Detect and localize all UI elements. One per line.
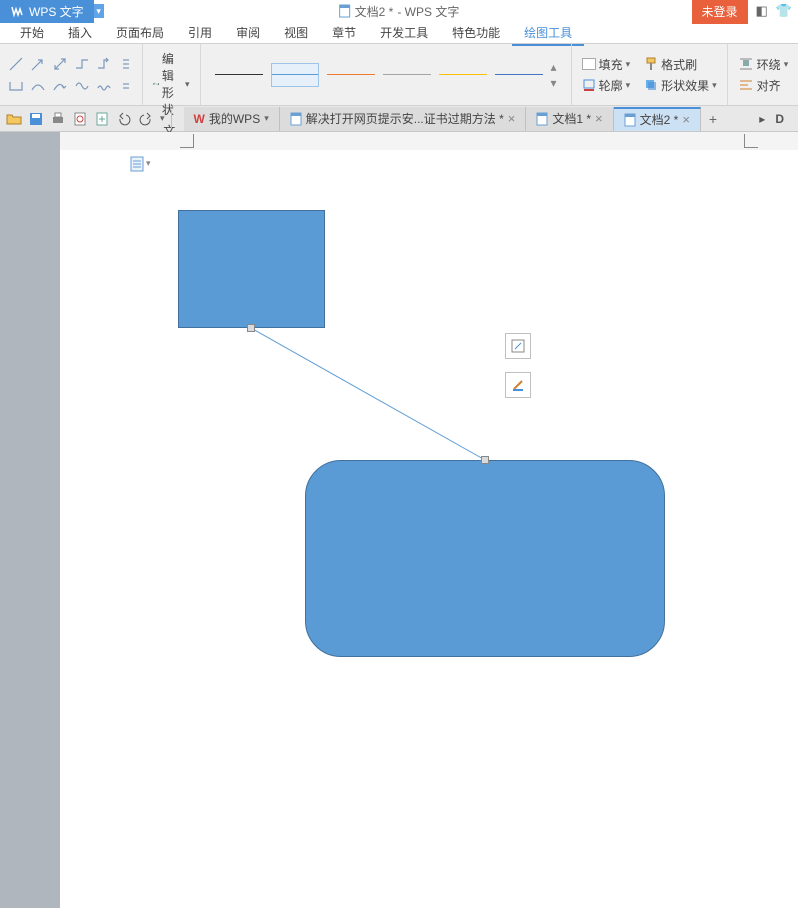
- edit-shape-icon: [153, 77, 159, 91]
- tab-close-icon[interactable]: ×: [682, 112, 690, 127]
- shape-effect-icon: [644, 78, 658, 92]
- ribbon-group-edit: 编辑形状▾ A 文本框▾: [143, 44, 201, 105]
- wrap-icon: [738, 56, 754, 72]
- line-style-yellow[interactable]: [439, 63, 487, 87]
- print-icon[interactable]: [50, 111, 66, 127]
- skin-icon[interactable]: ◧: [756, 3, 768, 19]
- pencil-square-icon: [510, 338, 526, 354]
- app-menu-dropdown[interactable]: ▾: [94, 4, 104, 18]
- shape-arrow[interactable]: [28, 54, 48, 74]
- menu-insert[interactable]: 插入: [56, 21, 104, 44]
- line-style-blue[interactable]: [271, 63, 319, 87]
- document-icon: [624, 113, 636, 127]
- ribbon-group-arrange: 环绕▾ 对齐: [728, 44, 798, 105]
- drawing-canvas: [60, 150, 798, 908]
- tab-close-icon[interactable]: ×: [595, 111, 603, 126]
- wps-w-icon: W: [194, 112, 205, 126]
- format-painter-button[interactable]: 格式刷: [644, 56, 697, 73]
- redo-icon[interactable]: [138, 111, 154, 127]
- align-icon: [738, 77, 754, 93]
- menu-start[interactable]: 开始: [8, 21, 56, 44]
- ruler: [60, 132, 798, 150]
- title-bar: WPS 文字 ▾ 文档2 * - WPS 文字 未登录 ◧ 👕: [0, 0, 798, 22]
- menu-draw-tools[interactable]: 绘图工具: [512, 21, 584, 46]
- pencil-color-icon: [510, 377, 526, 393]
- ribbon-group-shapes: [0, 44, 143, 105]
- menu-view[interactable]: 视图: [272, 21, 320, 44]
- rectangle-shape[interactable]: [178, 210, 325, 328]
- quickbar-more[interactable]: ▾: [160, 113, 165, 124]
- wps-logo-icon: [10, 4, 24, 18]
- line-gallery-up[interactable]: ▴: [551, 60, 557, 74]
- floating-format-button[interactable]: [505, 372, 531, 398]
- menu-page-layout[interactable]: 页面布局: [104, 21, 176, 44]
- document-icon: [339, 4, 351, 18]
- tab-d-icon[interactable]: D: [775, 112, 784, 126]
- outline-icon: [582, 78, 596, 92]
- shape-line[interactable]: [6, 54, 26, 74]
- wrap-button[interactable]: 环绕▾: [738, 56, 789, 73]
- line-style-black[interactable]: [215, 63, 263, 87]
- ribbon-group-lines: ▴ ▾: [201, 44, 572, 105]
- connector-handle-end[interactable]: [481, 456, 489, 464]
- margin-mark-right: [744, 134, 758, 148]
- document-page[interactable]: ▾: [60, 132, 798, 908]
- tab-add-button[interactable]: +: [701, 111, 725, 127]
- document-tabs: W 我的WPS▾ 解决打开网页提示安...证书过期方法 * × 文档1 * × …: [184, 106, 792, 131]
- menu-bar: 开始 插入 页面布局 引用 审阅 视图 章节 开发工具 特色功能 绘图工具: [0, 22, 798, 44]
- floating-edit-button[interactable]: [505, 333, 531, 359]
- app-menu-label: WPS 文字: [29, 3, 84, 20]
- tab-wps-home[interactable]: W 我的WPS▾: [184, 107, 280, 131]
- shape-elbow2[interactable]: [6, 76, 26, 96]
- rounded-rectangle-shape[interactable]: [305, 460, 665, 657]
- shape-more[interactable]: [116, 54, 136, 74]
- line-style-orange[interactable]: [327, 63, 375, 87]
- line-gallery-down[interactable]: ▾: [551, 76, 557, 90]
- preview-icon[interactable]: [72, 111, 88, 127]
- format-painter-icon: [644, 57, 658, 71]
- menu-review[interactable]: 审阅: [224, 21, 272, 44]
- align-button[interactable]: 对齐: [738, 77, 789, 94]
- fill-button[interactable]: 填充▾: [582, 56, 631, 73]
- left-gutter: [0, 132, 60, 908]
- shape-curve[interactable]: [28, 76, 48, 96]
- tab-long-doc[interactable]: 解决打开网页提示安...证书过期方法 * ×: [280, 107, 527, 131]
- quick-access-bar: ▾ W 我的WPS▾ 解决打开网页提示安...证书过期方法 * × 文档1 * …: [0, 106, 798, 132]
- outline-button[interactable]: 轮廓▾: [582, 77, 631, 94]
- shape-elbow[interactable]: [72, 54, 92, 74]
- shirt-icon[interactable]: 👕: [776, 3, 792, 19]
- line-style-blue2[interactable]: [495, 63, 543, 87]
- tab-close-icon[interactable]: ×: [508, 111, 516, 126]
- shape-elbow-arrow[interactable]: [94, 54, 114, 74]
- workspace: ▾: [0, 132, 798, 908]
- undo-icon[interactable]: [116, 111, 132, 127]
- shape-effect-button[interactable]: 形状效果▾: [644, 77, 717, 94]
- shape-more2[interactable]: [116, 76, 136, 96]
- margin-mark-left: [180, 134, 194, 148]
- window-title: 文档2 * - WPS 文字: [339, 3, 460, 20]
- shape-scribble[interactable]: [94, 76, 114, 96]
- document-icon: [536, 112, 548, 126]
- connector-handle-start[interactable]: [247, 324, 255, 332]
- line-style-gray[interactable]: [383, 63, 431, 87]
- shape-double-arrow[interactable]: [50, 54, 70, 74]
- menu-dev[interactable]: 开发工具: [368, 21, 440, 44]
- menu-special[interactable]: 特色功能: [440, 21, 512, 44]
- save-icon[interactable]: [28, 111, 44, 127]
- tab-overflow-icon[interactable]: ▸: [759, 112, 765, 126]
- tab-doc2[interactable]: 文档2 * ×: [614, 107, 701, 131]
- open-icon[interactable]: [6, 111, 22, 127]
- login-button[interactable]: 未登录: [692, 0, 748, 24]
- document-icon: [290, 112, 302, 126]
- shape-freeform[interactable]: [72, 76, 92, 96]
- menu-chapter[interactable]: 章节: [320, 21, 368, 44]
- app-menu-button[interactable]: WPS 文字: [0, 0, 94, 23]
- ribbon: 编辑形状▾ A 文本框▾ ▴ ▾ 填充▾ 格式刷 轮廓▾: [0, 44, 798, 106]
- shape-curve-arrow[interactable]: [50, 76, 70, 96]
- menu-references[interactable]: 引用: [176, 21, 224, 44]
- tab-doc1[interactable]: 文档1 * ×: [526, 107, 613, 131]
- ribbon-group-style: 填充▾ 格式刷 轮廓▾ 形状效果▾: [572, 44, 728, 105]
- export-icon[interactable]: [94, 111, 110, 127]
